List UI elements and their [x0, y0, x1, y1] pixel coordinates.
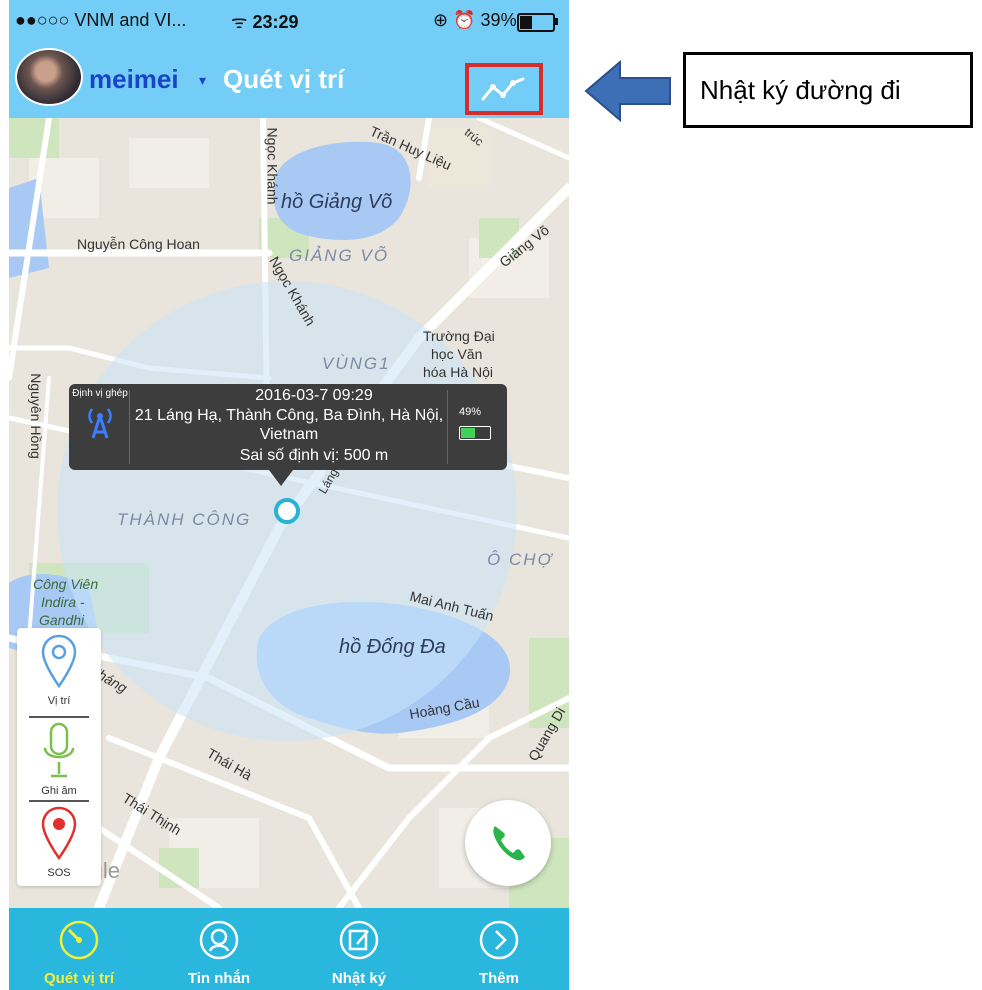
clock: ᯤ 23:29: [231, 10, 298, 34]
nav-bar: meimei ▾ Quét vị trí: [9, 40, 569, 118]
locate-button[interactable]: Vị trí: [17, 632, 101, 707]
street-label: Ngọc Khánh: [264, 127, 281, 205]
avatar[interactable]: [15, 48, 83, 106]
place-label: học Văn: [431, 346, 483, 362]
call-button[interactable]: [465, 800, 551, 886]
location-address: 21 Láng Hạ, Thành Công, Ba Đình, Hà Nội,…: [134, 407, 444, 443]
battery-icon: [517, 13, 555, 32]
route-history-button[interactable]: [465, 63, 543, 115]
chevron-right-icon: [479, 920, 519, 960]
alarm-icon: ⏰: [453, 10, 476, 30]
location-timestamp: 2016-03-7 09:29: [255, 387, 373, 404]
phone-icon: [493, 826, 525, 861]
lake-label: hồ Đống Đa: [339, 636, 446, 658]
district-label: GIẢNG VÕ: [289, 246, 390, 265]
annotation-callout: Nhật ký đường đi: [683, 52, 973, 128]
record-label: Ghi âm: [41, 785, 77, 797]
battery-percent: 39%: [480, 10, 517, 30]
popup-pointer: [269, 470, 293, 486]
time-label: 23:29: [252, 12, 299, 32]
route-trend-icon: [481, 77, 525, 101]
journal-icon: [339, 920, 379, 960]
location-type: Định vị ghép: [71, 388, 129, 446]
chat-icon: [199, 920, 239, 960]
tab-journal[interactable]: Nhật ký: [289, 908, 429, 990]
record-button[interactable]: Ghi âm: [17, 720, 101, 797]
place-label: Indira -: [41, 594, 85, 610]
street-label: Nguyễn Công Hoan: [77, 236, 200, 252]
location-pin-icon: [41, 634, 77, 689]
phone-screen: ●●○○○ VNM and VI... ᯤ 23:29 ⊕ ⏰ 39% meim…: [9, 0, 569, 990]
tab-label: Quét vị trí: [43, 970, 114, 987]
place-label: Công Viên: [33, 576, 99, 592]
tab-label: Thêm: [478, 970, 519, 987]
tab-scan-location[interactable]: Quét vị trí: [9, 908, 149, 990]
chevron-down-icon[interactable]: ▾: [199, 72, 206, 89]
microphone-icon: [43, 722, 75, 778]
page-title: Quét vị trí: [223, 64, 345, 94]
device-battery-percent: 49%: [459, 406, 482, 418]
user-name[interactable]: meimei: [89, 64, 179, 95]
cell-tower-icon: [88, 408, 112, 439]
tab-messages[interactable]: Tin nhắn: [149, 908, 289, 990]
tab-bar: Quét vị trí Tin nhắn Nhật ký Thêm: [9, 908, 569, 990]
place-label: hóa Hà Nội: [423, 364, 494, 380]
tab-more[interactable]: Thêm: [429, 908, 569, 990]
side-toolbar: Vị trí Ghi âm SOS: [17, 628, 101, 886]
tab-label: Tin nhắn: [187, 970, 251, 987]
location-accuracy: Sai số định vị: 500 m: [239, 447, 389, 464]
lake-label: hồ Giảng Võ: [281, 191, 393, 213]
carrier-label: ●●○○○ VNM and VI...: [15, 10, 187, 30]
tab-label: Nhật ký: [331, 970, 387, 987]
place-label: Trường Đại: [423, 328, 495, 344]
district-label: THÀNH CÔNG: [117, 510, 252, 529]
wifi-icon: ᯤ: [231, 12, 253, 32]
district-label: VÙNG1: [322, 354, 391, 373]
sos-button[interactable]: SOS: [17, 804, 101, 879]
status-right: ⊕ ⏰ 39%: [433, 10, 517, 31]
device-battery-icon: [459, 426, 491, 440]
arrow-left-icon: [584, 59, 671, 123]
location-info-popup[interactable]: Định vị ghép 2016-03-7 09:29 21 Láng Hạ,…: [69, 384, 507, 470]
street-label: Nguyên Hồng: [27, 373, 44, 459]
place-label: Gandhi: [39, 612, 85, 628]
sos-pin-icon: [41, 806, 77, 861]
status-bar: ●●○○○ VNM and VI... ᯤ 23:29 ⊕ ⏰ 39%: [9, 0, 569, 40]
sos-label: SOS: [47, 867, 71, 879]
radar-icon: [59, 920, 99, 960]
locate-label: Vị trí: [47, 695, 71, 707]
lock-rotation-icon: ⊕: [433, 10, 449, 30]
callout-text: Nhật ký đường đi: [700, 75, 901, 105]
district-label: Ô CHỢ: [487, 550, 554, 569]
